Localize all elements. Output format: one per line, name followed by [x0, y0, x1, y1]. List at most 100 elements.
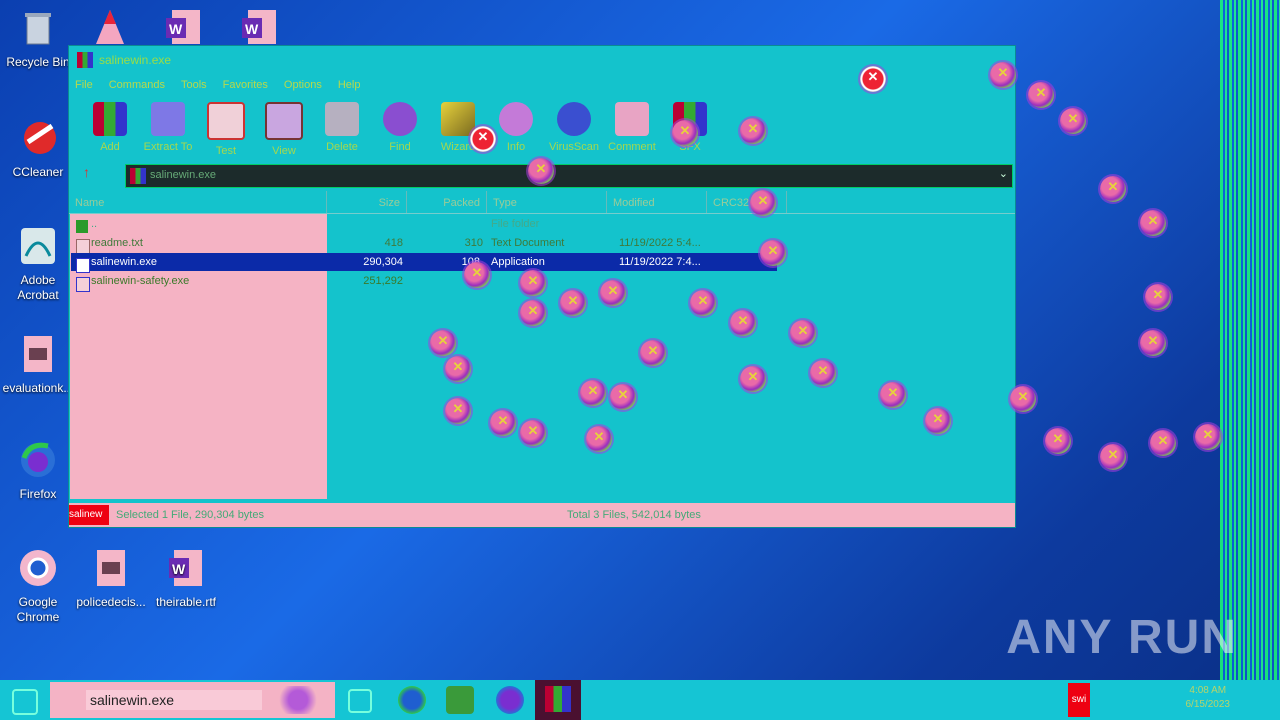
file-size: 418 — [384, 237, 403, 249]
ccleaner-icon — [24, 122, 56, 154]
info-label: Info — [506, 141, 526, 153]
menu-favorites[interactable]: Favorites — [223, 79, 268, 91]
desktop-icon-label: theirable.rtf — [155, 595, 217, 609]
extract-to-button[interactable]: Extract To — [139, 102, 197, 153]
menu-file[interactable]: File — [75, 79, 93, 91]
desktop-icon-chrome[interactable]: Google Chrome — [0, 548, 76, 625]
error-bubble-icon — [445, 356, 471, 382]
error-bubble-icon — [925, 408, 951, 434]
error-bubble-icon — [490, 410, 516, 436]
find-button[interactable]: Find — [371, 102, 429, 153]
word-icon: W — [169, 550, 202, 586]
word-icon: W — [166, 10, 200, 44]
error-bubble-icon — [740, 366, 766, 392]
info-button[interactable]: Info — [487, 102, 545, 153]
vlc-icon — [96, 10, 124, 44]
comment-icon — [615, 102, 649, 136]
magnifier-icon — [383, 102, 417, 136]
start-icon[interactable] — [12, 689, 38, 715]
window-title: salinewin.exe — [99, 53, 172, 67]
error-bubble-icon — [1145, 284, 1171, 310]
menu-commands[interactable]: Commands — [109, 79, 165, 91]
file-modified: 11/19/2022 7:4... — [619, 256, 701, 268]
desktop-icon-recycle-bin[interactable]: Recycle Bin — [0, 8, 76, 70]
col-packed[interactable]: Packed — [407, 191, 487, 213]
menu-tools[interactable]: Tools — [181, 79, 207, 91]
col-size[interactable]: Size — [327, 191, 407, 213]
up-arrow-icon[interactable]: ↑ — [83, 164, 90, 180]
exe-file-icon — [76, 277, 90, 292]
folder-icon — [76, 220, 88, 233]
desktop-icon-label: CCleaner — [12, 165, 64, 179]
desktop-icon-label: Firefox — [19, 487, 57, 501]
file-name: .. — [91, 218, 98, 230]
menu-help[interactable]: Help — [338, 79, 361, 91]
desktop-icon-firefox[interactable]: Firefox — [0, 440, 76, 502]
virusscan-label: VirusScan — [549, 141, 599, 153]
winrar-icon — [77, 52, 93, 68]
error-bubble-icon — [1140, 210, 1166, 236]
col-modified[interactable]: Modified — [607, 191, 707, 213]
virusscan-button[interactable]: VirusScan — [545, 102, 603, 153]
recycle-bin-icon — [25, 13, 51, 45]
file-name: salinewin.exe — [91, 256, 158, 268]
file-packed: 310 — [464, 237, 483, 249]
file-modified: 11/19/2022 5:4... — [619, 237, 701, 249]
add-button[interactable]: Add — [81, 102, 139, 153]
add-icon — [93, 102, 127, 136]
book-icon — [265, 102, 303, 140]
error-bubble-icon — [1100, 176, 1126, 202]
error-bubble-icon — [470, 126, 496, 152]
error-bubble-icon — [610, 384, 636, 410]
error-bubble-icon — [740, 118, 766, 144]
chevron-down-icon[interactable]: ⌄ — [999, 167, 1008, 180]
edge-icon[interactable] — [398, 686, 426, 714]
desktop-icon-label: Adobe Acrobat — [17, 273, 59, 302]
col-name[interactable]: Name — [69, 191, 327, 213]
menu-options[interactable]: Options — [284, 79, 322, 91]
col-type[interactable]: Type — [487, 191, 607, 213]
table-row[interactable]: .. File folder — [71, 215, 777, 233]
error-bubble-icon — [464, 262, 490, 288]
status-selected: Selected 1 File, 290,304 bytes — [116, 509, 264, 521]
desktop-icon-acrobat[interactable]: Adobe Acrobat — [0, 226, 76, 303]
task-view-icon[interactable] — [348, 689, 372, 713]
error-bubble-icon — [600, 280, 626, 306]
search-input[interactable] — [86, 690, 262, 710]
desktop-icon-ccleaner[interactable]: CCleaner — [0, 118, 76, 180]
file-type: Application — [491, 256, 545, 268]
firefox-icon[interactable] — [496, 686, 524, 714]
error-bubble-icon — [1195, 424, 1221, 450]
address-bar[interactable]: salinewin.exe ⌄ — [125, 164, 1013, 188]
desktop-icon-theirable[interactable]: W theirable.rtf — [148, 548, 224, 610]
column-header: Name Size Packed Type Modified CRC32 — [69, 191, 1015, 214]
tray-app-icon[interactable]: swi — [1068, 683, 1090, 717]
view-button[interactable]: View — [255, 102, 313, 157]
exe-file-icon — [76, 258, 90, 273]
extract-label: Extract To — [143, 141, 193, 153]
image-file-icon — [24, 336, 52, 372]
search-box[interactable] — [50, 682, 335, 718]
comment-button[interactable]: Comment — [603, 102, 661, 153]
error-bubble-icon — [520, 300, 546, 326]
table-row[interactable]: readme.txt 418 310 Text Document 11/19/2… — [71, 234, 777, 254]
error-bubble-icon — [586, 426, 612, 452]
desktop-icon-evaluation[interactable]: evaluationk... — [0, 334, 76, 396]
file-size: 290,304 — [363, 256, 403, 268]
winrar-taskbar-button[interactable] — [535, 680, 581, 720]
info-icon — [499, 102, 533, 136]
table-row[interactable]: salinewin-safety.exe 251,292 — [71, 272, 777, 292]
test-button[interactable]: Test — [197, 102, 255, 157]
tray-clock[interactable]: 4:08 AM 6/15/2023 — [1186, 684, 1231, 712]
error-bubble-icon — [880, 382, 906, 408]
file-explorer-icon[interactable] — [446, 686, 474, 714]
error-bubble-icon — [990, 62, 1016, 88]
status-bar: salinew Selected 1 File, 290,304 bytes T… — [69, 503, 1015, 527]
delete-button[interactable]: Delete — [313, 102, 371, 153]
desktop-icon-policedecis[interactable]: policedecis... — [73, 548, 149, 610]
error-bubble-icon — [520, 270, 546, 296]
error-bubble-icon — [1045, 428, 1071, 454]
acrobat-icon — [21, 228, 55, 264]
table-row-selected[interactable]: salinewin.exe 290,304 108, Application 1… — [71, 253, 777, 273]
error-bubble-icon — [730, 310, 756, 336]
